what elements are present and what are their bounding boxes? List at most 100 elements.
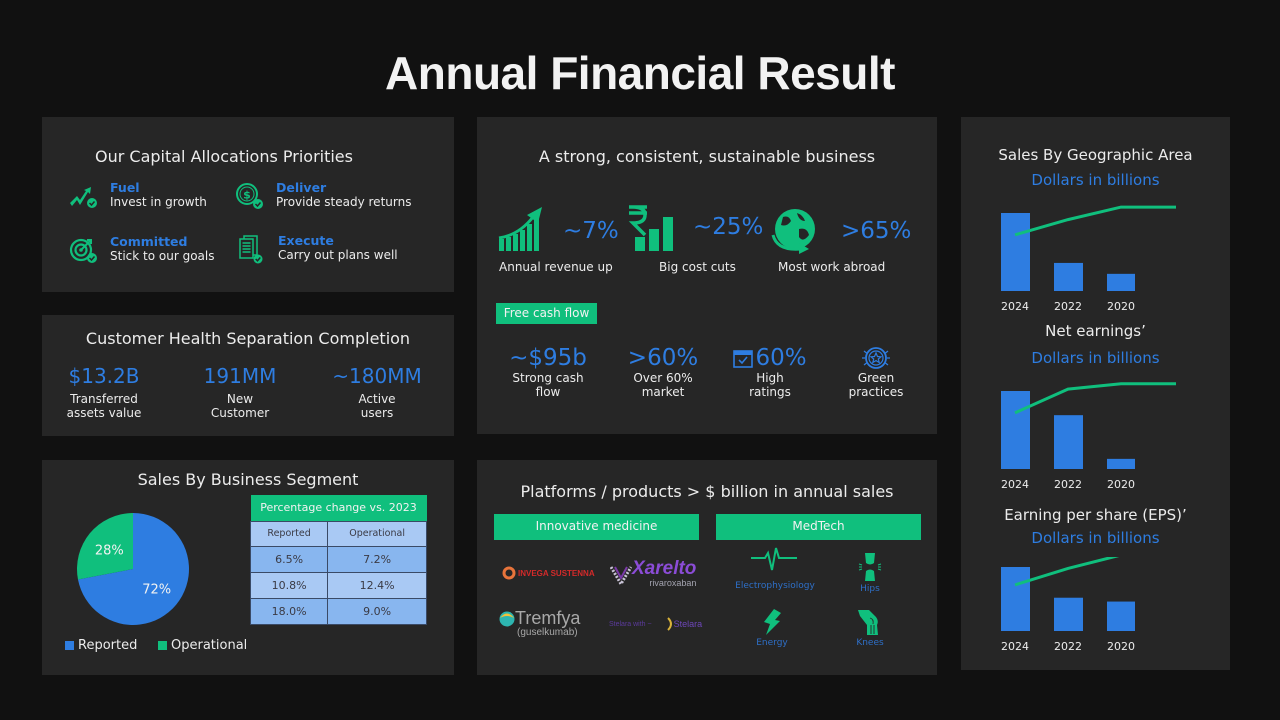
table-row: 6.5% 7.2%	[249, 545, 427, 573]
table-cell: 12.4%	[327, 571, 427, 599]
chart-subtitle: Dollars in billions	[1031, 529, 1160, 547]
x-tick-label: 2020	[1107, 300, 1135, 313]
stat-label: Transferred assets value	[66, 392, 142, 420]
stat-value: 191MM	[203, 364, 277, 388]
chart-subtitle: Dollars in billions	[1031, 171, 1160, 189]
stelara-logo: Stelara with ~ Stelara	[609, 617, 703, 631]
capital-item-fuel: Fuel Invest in growth	[68, 181, 207, 211]
fcf-stat: Green practices	[821, 345, 931, 399]
percentage-change-table: Percentage change vs. 2023 Reported Opera…	[249, 495, 427, 625]
trend-line	[1014, 382, 1176, 415]
heartbeat-icon	[751, 547, 797, 571]
fcf-value: >60%	[627, 345, 699, 371]
star-badge-icon	[862, 347, 890, 369]
kpi-value: ~7%	[563, 218, 619, 244]
x-tick-label: 2020	[1107, 640, 1135, 653]
table-cell: 6.5%	[249, 545, 329, 573]
chart-title: Earning per share (EPS)’	[1004, 506, 1187, 524]
bar-2022	[1054, 415, 1083, 469]
hip-joint-icon	[858, 553, 882, 581]
stelara-tagline: Stelara with ~	[609, 620, 652, 628]
fcf-stat: 60% High ratings	[715, 345, 825, 399]
geographic-sales-chart: 2024 2022 2020	[1001, 205, 1176, 313]
customer-health-panel: Customer Health Separation Completion $1…	[42, 315, 454, 436]
customer-stat: $13.2B Transferred assets value	[39, 364, 169, 420]
customer-panel-title: Customer Health Separation Completion	[85, 329, 411, 348]
fcf-value	[821, 345, 931, 371]
capital-item-head: Committed	[110, 234, 188, 249]
knee-joint-icon	[858, 610, 878, 635]
table-cell: 9.0%	[327, 597, 427, 625]
bar-2022	[1054, 262, 1083, 291]
trend-line	[1014, 557, 1120, 587]
platforms-products-panel: Platforms / products > $ billion in annu…	[477, 460, 937, 675]
table-cell: 18.0%	[249, 597, 329, 625]
column-header: Reported	[249, 520, 329, 547]
customer-stat: ~180MM Active users	[312, 364, 442, 420]
kpi-label: Most work abroad	[778, 260, 886, 274]
x-tick-label: 2024	[1001, 640, 1029, 653]
legend-swatch	[65, 641, 74, 650]
capital-item-head: Fuel	[110, 180, 140, 195]
stat-label: New Customer	[210, 392, 270, 420]
fcf-label: Green practices	[848, 371, 904, 399]
legend-operational: Operational	[158, 638, 247, 653]
kpi-value: ~25%	[693, 214, 764, 240]
bar-2024	[1001, 567, 1030, 631]
category-innovative-medicine: Innovative medicine	[494, 514, 699, 540]
chart-title: Net earnings’	[1045, 322, 1146, 340]
trend-line	[1014, 205, 1176, 237]
legend-swatch	[158, 641, 167, 650]
fcf-value: ~$95b	[509, 345, 587, 371]
xarelto-logo: Xarelto rivaroxaban	[610, 559, 696, 589]
capital-item-sub: Provide steady returns	[276, 195, 412, 209]
tremfya-logo: Tremfya (guselkumab)	[499, 608, 580, 638]
net-earnings-chart: 2024 2022 2020	[1001, 382, 1176, 491]
invega-logo-mark-icon	[502, 566, 516, 580]
growth-chart-icon	[498, 207, 542, 251]
medtech-label: Electrophysiology	[735, 581, 815, 591]
category-medtech: MedTech	[716, 514, 921, 540]
calendar-check-icon	[733, 350, 754, 368]
capital-item-committed: Committed Stick to our goals	[68, 235, 214, 265]
kpi-value: >65%	[841, 218, 912, 244]
x-tick-label: 2022	[1054, 300, 1082, 313]
stelara-logo-mark-icon	[666, 617, 672, 631]
dollar-coin-check-icon: $	[236, 183, 263, 209]
fcf-value: 60%	[715, 345, 825, 371]
chart-subtitle: Dollars in billions	[1031, 349, 1160, 367]
x-tick-label: 2024	[1001, 300, 1029, 313]
bar-2020	[1107, 458, 1135, 469]
x-tick-label: 2024	[1001, 478, 1029, 491]
kpi-label: Big cost cuts	[659, 260, 736, 274]
bar-2024	[1001, 391, 1030, 469]
free-cash-flow-badge: Free cash flow	[496, 303, 597, 324]
table-row: 10.8% 12.4%	[249, 571, 427, 599]
x-tick-label: 2020	[1107, 478, 1135, 491]
segment-pie-chart: 72% 28%	[77, 513, 189, 625]
tremfya-logo-mark-icon	[499, 611, 515, 627]
table-cell: 7.2%	[327, 545, 427, 573]
capital-item-sub: Invest in growth	[110, 195, 207, 209]
fcf-stat: >60% Over 60% market	[608, 345, 718, 399]
bar-2022	[1054, 597, 1083, 631]
capital-item-head: Deliver	[276, 180, 327, 195]
capital-item-sub: Carry out plans well	[278, 248, 398, 262]
table-cell: 10.8%	[249, 571, 329, 599]
capital-item-sub: Stick to our goals	[110, 249, 215, 263]
stat-value: $13.2B	[68, 364, 140, 388]
capital-item-head: Execute	[278, 233, 334, 248]
table-header: Percentage change vs. 2023	[250, 495, 427, 521]
sustainable-business-panel: A strong, consistent, sustainable busine…	[477, 117, 937, 434]
stat-value: ~180MM	[332, 364, 422, 388]
x-tick-label: 2022	[1054, 640, 1082, 653]
x-tick-label: 2022	[1054, 478, 1082, 491]
lightning-icon	[764, 609, 781, 635]
financial-charts-panel: Sales By Geographic Area Dollars in bill…	[961, 117, 1230, 670]
segment-panel-title: Sales By Business Segment	[137, 470, 359, 489]
capital-item-execute: Execute Carry out plans well	[236, 234, 398, 264]
fcf-label: Over 60% market	[633, 371, 693, 399]
page-title: Annual Financial Result	[385, 47, 895, 99]
capital-item-deliver: $ Deliver Provide steady returns	[234, 181, 411, 211]
eps-chart: 2024 2022 2020	[1001, 557, 1135, 653]
